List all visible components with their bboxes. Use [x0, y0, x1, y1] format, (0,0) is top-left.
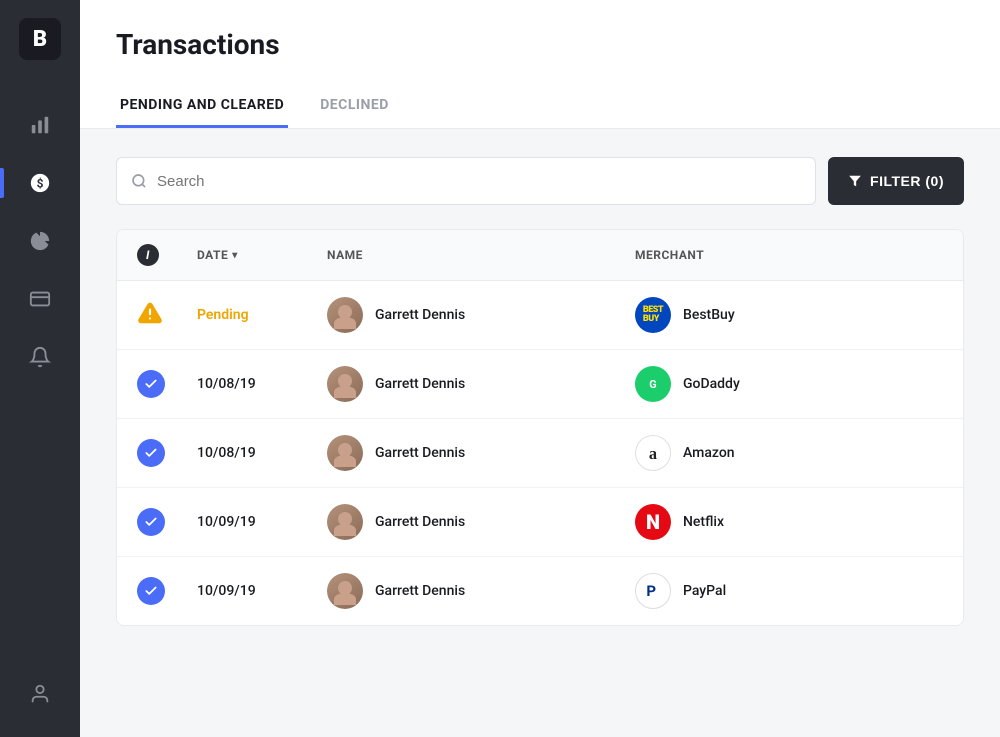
page-title: Transactions	[116, 28, 964, 61]
search-icon	[131, 173, 147, 189]
merchant-cell: P PayPal	[635, 573, 943, 609]
merchant-name: BestBuy	[683, 307, 735, 323]
dollar-circle-icon: $	[29, 172, 51, 194]
merchant-cell: G GoDaddy	[635, 366, 943, 402]
table-header: i DATE ▾ NAME MERCHANT	[117, 230, 963, 281]
main-content: Transactions PENDING AND CLEARED DECLINE…	[80, 0, 1000, 737]
chart-bar-icon	[29, 114, 51, 136]
merchant-logo-paypal: P	[635, 573, 671, 609]
header-merchant: MERCHANT	[635, 244, 943, 266]
cardholder-name: Garrett Dennis	[375, 307, 465, 323]
sidebar: B $	[0, 0, 80, 737]
merchant-logo-godaddy: G	[635, 366, 671, 402]
cleared-icon	[137, 439, 165, 467]
filter-button-label: FILTER (0)	[870, 173, 944, 189]
name-cell: Garrett Dennis	[327, 504, 635, 540]
svg-text:P: P	[646, 582, 656, 600]
transaction-date: Pending	[197, 307, 327, 323]
merchant-cell: N Netflix	[635, 504, 943, 540]
merchant-name: Netflix	[683, 514, 724, 530]
sidebar-nav: $	[0, 100, 80, 382]
search-input[interactable]	[157, 173, 801, 190]
table-row[interactable]: 10/09/19 Garrett Dennis P PayPal	[117, 557, 963, 625]
avatar	[327, 366, 363, 402]
table-row[interactable]: Pending Garrett Dennis BESTBUY BestBuy	[117, 281, 963, 350]
cardholder-name: Garrett Dennis	[375, 376, 465, 392]
table-row[interactable]: 10/08/19 Garrett Dennis a Amazon	[117, 419, 963, 488]
cleared-icon	[137, 508, 165, 536]
sidebar-item-reports[interactable]	[0, 216, 80, 266]
filter-button[interactable]: FILTER (0)	[828, 157, 964, 205]
merchant-name: PayPal	[683, 583, 726, 599]
page-header: Transactions PENDING AND CLEARED DECLINE…	[80, 0, 1000, 129]
app-logo: B	[19, 18, 61, 60]
pie-chart-icon	[29, 230, 51, 252]
name-cell: Garrett Dennis	[327, 297, 635, 333]
cardholder-name: Garrett Dennis	[375, 445, 465, 461]
merchant-logo-bestbuy: BESTBUY	[635, 297, 671, 333]
status-cell	[137, 577, 197, 605]
header-info: i	[137, 244, 197, 266]
header-date[interactable]: DATE ▾	[197, 244, 327, 266]
table-row[interactable]: 10/08/19 Garrett Dennis G GoDaddy	[117, 350, 963, 419]
merchant-logo-amazon: a	[635, 435, 671, 471]
header-name: NAME	[327, 244, 635, 266]
avatar	[327, 297, 363, 333]
tab-pending-cleared[interactable]: PENDING AND CLEARED	[116, 85, 288, 128]
status-cell	[137, 439, 197, 467]
sidebar-bottom	[29, 669, 51, 719]
search-filter-row: FILTER (0)	[116, 157, 964, 205]
name-cell: Garrett Dennis	[327, 435, 635, 471]
info-icon: i	[137, 244, 159, 266]
transaction-date: 10/08/19	[197, 376, 327, 392]
name-cell: Garrett Dennis	[327, 573, 635, 609]
transaction-date: 10/09/19	[197, 583, 327, 599]
content-area: FILTER (0) i DATE ▾ NAME MERCHANT	[80, 129, 1000, 737]
filter-icon	[848, 174, 862, 188]
transaction-date: 10/08/19	[197, 445, 327, 461]
status-cell	[137, 508, 197, 536]
warning-icon	[137, 300, 163, 326]
search-box	[116, 157, 816, 205]
cardholder-name: Garrett Dennis	[375, 514, 465, 530]
sidebar-item-analytics[interactable]	[0, 100, 80, 150]
avatar	[327, 504, 363, 540]
tab-declined[interactable]: DECLINED	[316, 85, 393, 128]
transaction-date: 10/09/19	[197, 514, 327, 530]
transactions-table: i DATE ▾ NAME MERCHANT Pendi	[116, 229, 964, 626]
tab-bar: PENDING AND CLEARED DECLINED	[116, 85, 964, 128]
sidebar-item-profile[interactable]	[29, 669, 51, 719]
sidebar-item-cards[interactable]	[0, 274, 80, 324]
sidebar-item-transactions[interactable]: $	[0, 158, 80, 208]
merchant-cell: a Amazon	[635, 435, 943, 471]
user-icon	[29, 683, 51, 705]
sort-arrow-icon: ▾	[232, 250, 238, 261]
merchant-logo-netflix: N	[635, 504, 671, 540]
svg-text:G: G	[649, 378, 656, 391]
merchant-cell: BESTBUY BestBuy	[635, 297, 943, 333]
sidebar-item-notifications[interactable]	[0, 332, 80, 382]
avatar	[327, 435, 363, 471]
name-cell: Garrett Dennis	[327, 366, 635, 402]
merchant-name: GoDaddy	[683, 376, 740, 392]
table-row[interactable]: 10/09/19 Garrett Dennis N Netflix	[117, 488, 963, 557]
merchant-name: Amazon	[683, 445, 735, 461]
cleared-icon	[137, 577, 165, 605]
card-icon	[29, 288, 51, 310]
bell-icon	[29, 346, 51, 368]
avatar	[327, 573, 363, 609]
svg-text:$: $	[37, 177, 44, 191]
status-cell	[137, 300, 197, 330]
cardholder-name: Garrett Dennis	[375, 583, 465, 599]
status-cell	[137, 370, 197, 398]
svg-text:a: a	[649, 444, 657, 463]
cleared-icon	[137, 370, 165, 398]
